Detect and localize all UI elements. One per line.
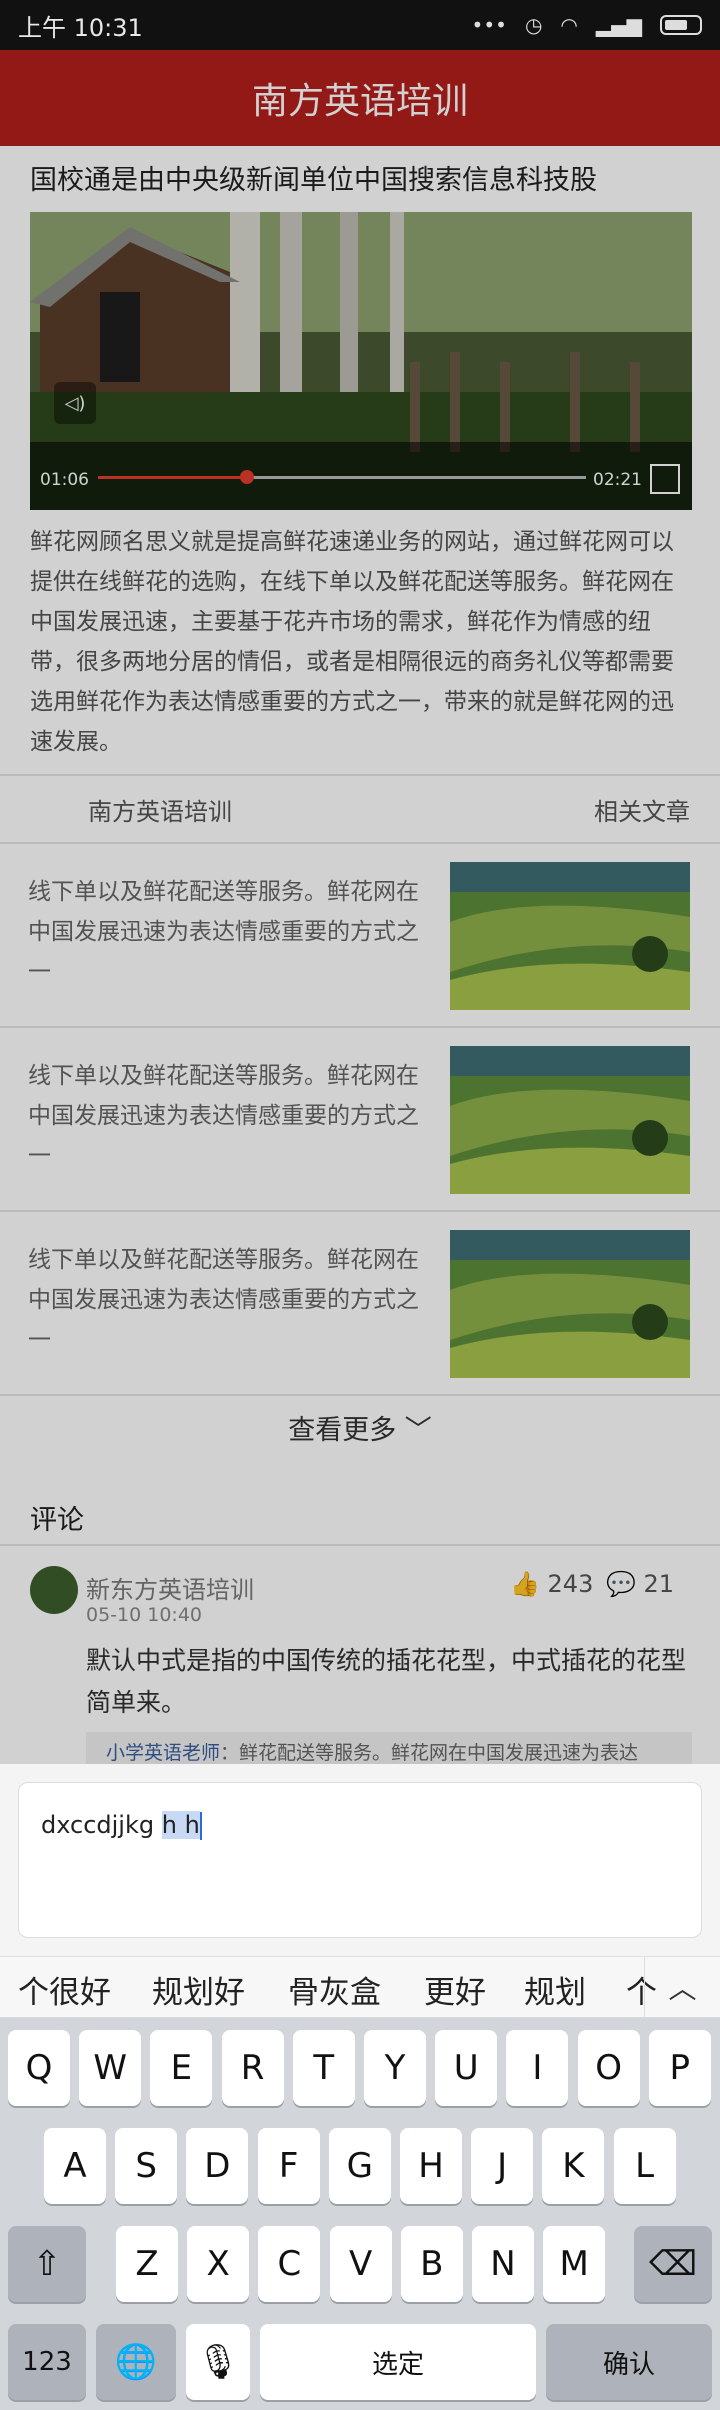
input-text: dxccdjjkg — [41, 1811, 162, 1839]
dim-overlay[interactable] — [0, 50, 720, 1764]
key-p[interactable]: P — [648, 2030, 711, 2106]
more-dots-icon: ••• — [471, 13, 507, 37]
status-bar: 上午 10:31 ••• ◷ ◠ ▂▄▆ — [0, 0, 720, 50]
key-w[interactable]: W — [79, 2030, 142, 2106]
key-b[interactable]: B — [400, 2226, 463, 2302]
key-s[interactable]: S — [115, 2128, 178, 2204]
globe-icon[interactable]: 🌐 — [96, 2324, 176, 2400]
key-v[interactable]: V — [329, 2226, 392, 2302]
key-o[interactable]: O — [577, 2030, 640, 2106]
suggestion-item[interactable]: 个很好 — [18, 1967, 111, 2012]
shift-key[interactable]: ⇧ — [8, 2226, 86, 2302]
battery-icon — [660, 15, 702, 35]
key-a[interactable]: A — [44, 2128, 106, 2204]
confirm-key[interactable]: 确认 — [546, 2324, 712, 2400]
alarm-icon: ◷ — [524, 13, 543, 37]
chevron-up-icon: ︿ — [668, 1972, 697, 2005]
suggestion-item[interactable]: 规划好 — [152, 1967, 245, 2012]
suggestion-item[interactable]: 规划 — [524, 1967, 586, 2012]
key-q[interactable]: Q — [8, 2030, 70, 2106]
keyboard: Q W E R T Y U I O P A S D F G H J K L ⇧ Z X C V B N M ⌫ 123 🌐 🎙 选定 确认 — [0, 2018, 720, 2410]
numbers-key[interactable]: 123 — [8, 2324, 86, 2400]
microphone-icon[interactable]: 🎙 — [186, 2324, 250, 2400]
ime-suggestion-bar: 个很好 规划好 骨灰盒 更好 规划 个 ︿ — [0, 1956, 720, 2019]
comment-input[interactable]: dxccdjjkg h h — [18, 1782, 702, 1938]
suggestion-item[interactable]: 骨灰盒 — [288, 1967, 381, 2012]
key-n[interactable]: N — [472, 2226, 534, 2302]
text-caret — [199, 1812, 202, 1840]
input-selected-text: h h — [161, 1811, 200, 1839]
key-m[interactable]: M — [543, 2226, 606, 2302]
key-t[interactable]: T — [292, 2030, 355, 2106]
key-h[interactable]: H — [400, 2128, 462, 2204]
key-k[interactable]: K — [542, 2128, 605, 2204]
status-icons: ••• ◷ ◠ ▂▄▆ — [472, 13, 702, 37]
key-i[interactable]: I — [506, 2030, 569, 2106]
wifi-icon: ◠ — [560, 13, 578, 37]
key-u[interactable]: U — [435, 2030, 498, 2106]
signal-icon: ▂▄▆ — [595, 13, 642, 37]
comment-composer: dxccdjjkg h h — [0, 1764, 720, 1956]
key-e[interactable]: E — [150, 2030, 213, 2106]
key-f[interactable]: F — [257, 2128, 320, 2204]
key-c[interactable]: C — [258, 2226, 321, 2302]
key-d[interactable]: D — [186, 2128, 249, 2204]
status-time: 上午 10:31 — [18, 13, 143, 42]
expand-suggestions-button[interactable]: ︿ — [644, 1957, 720, 2019]
key-z[interactable]: Z — [116, 2226, 178, 2302]
key-x[interactable]: X — [187, 2226, 250, 2302]
key-j[interactable]: J — [471, 2128, 534, 2204]
key-g[interactable]: G — [328, 2128, 391, 2204]
key-l[interactable]: L — [613, 2128, 676, 2204]
space-key[interactable]: 选定 — [260, 2324, 536, 2400]
key-r[interactable]: R — [221, 2030, 284, 2106]
key-y[interactable]: Y — [364, 2030, 426, 2106]
backspace-key[interactable]: ⌫ — [634, 2226, 712, 2302]
suggestion-item[interactable]: 更好 — [424, 1967, 486, 2012]
